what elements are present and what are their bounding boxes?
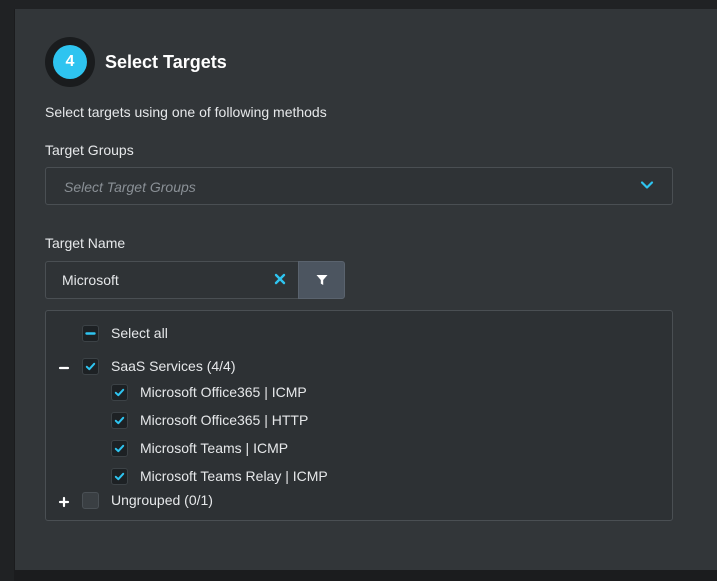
target-groups-placeholder: Select Target Groups — [64, 179, 196, 195]
item-checkbox[interactable] — [111, 467, 128, 485]
group-checkbox-saas[interactable] — [82, 357, 99, 375]
select-all-label: Select all — [111, 325, 168, 341]
check-icon — [85, 362, 96, 370]
clear-icon[interactable] — [273, 272, 287, 286]
group-label: Ungrouped (0/1) — [111, 492, 213, 508]
indeterminate-icon — [85, 331, 96, 335]
check-icon — [114, 444, 125, 452]
list-item[interactable]: Microsoft Teams Relay | ICMP — [111, 466, 328, 486]
instructions-text: Select targets using one of following me… — [45, 104, 327, 120]
list-item[interactable]: Microsoft Office365 | HTTP — [111, 410, 308, 430]
item-checkbox[interactable] — [111, 383, 128, 401]
target-name-label: Target Name — [45, 235, 126, 251]
group-row-ungrouped[interactable]: Ungrouped (0/1) — [82, 490, 213, 510]
item-label: Microsoft Office365 | HTTP — [140, 412, 309, 428]
backdrop-left-strip — [0, 0, 14, 581]
item-checkbox[interactable] — [111, 411, 128, 429]
expand-icon[interactable] — [58, 496, 70, 508]
step-number: 4 — [53, 45, 87, 79]
group-label: SaaS Services (4/4) — [111, 358, 236, 374]
list-item[interactable]: Microsoft Teams | ICMP — [111, 438, 288, 458]
target-name-input[interactable] — [45, 261, 299, 299]
chevron-down-icon — [640, 181, 654, 189]
item-checkbox[interactable] — [111, 439, 128, 457]
target-name-search — [45, 261, 345, 299]
step-badge: 4 — [45, 37, 95, 87]
item-label: Microsoft Teams Relay | ICMP — [140, 468, 328, 484]
select-all-row[interactable]: Select all — [82, 323, 168, 343]
target-groups-select[interactable]: Select Target Groups — [45, 167, 673, 205]
page-title: Select Targets — [105, 51, 227, 72]
check-icon — [114, 416, 125, 424]
item-label: Microsoft Office365 | ICMP — [140, 384, 307, 400]
group-checkbox-ungrouped[interactable] — [82, 491, 99, 509]
filter-icon — [316, 275, 327, 285]
check-icon — [114, 472, 125, 480]
filter-button[interactable] — [298, 261, 345, 299]
backdrop-top-strip — [0, 0, 717, 9]
list-item[interactable]: Microsoft Office365 | ICMP — [111, 382, 307, 402]
step-header: 4 Select Targets — [45, 36, 227, 88]
check-icon — [114, 388, 125, 396]
select-targets-panel: 4 Select Targets Select targets using on… — [15, 9, 717, 570]
target-tree: Select all SaaS Services (4/4) Microsoft… — [45, 310, 673, 521]
target-groups-label: Target Groups — [45, 142, 134, 158]
select-all-checkbox[interactable] — [82, 324, 99, 342]
item-label: Microsoft Teams | ICMP — [140, 440, 289, 456]
group-row-saas[interactable]: SaaS Services (4/4) — [82, 356, 236, 376]
collapse-icon[interactable] — [58, 362, 70, 374]
